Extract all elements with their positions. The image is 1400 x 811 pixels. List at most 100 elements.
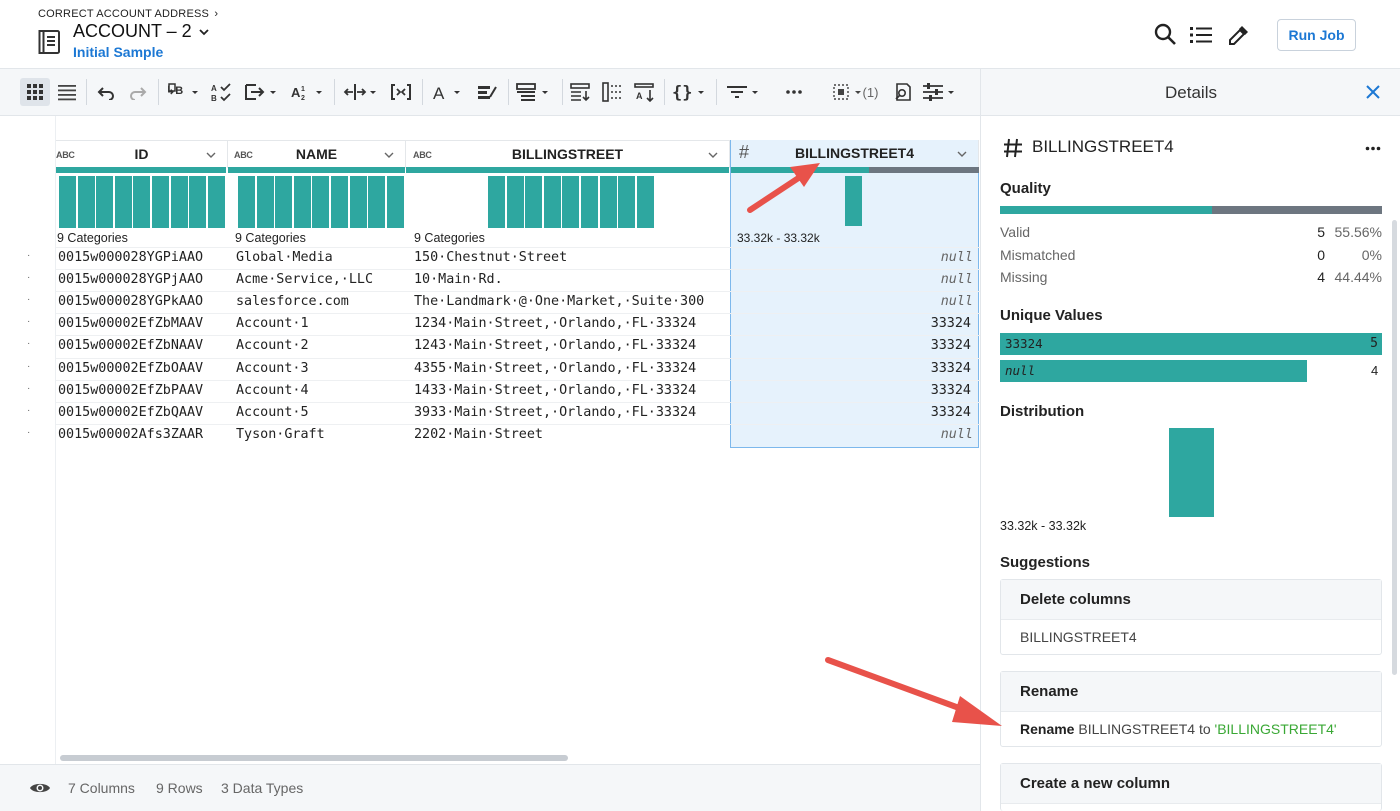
column-header-id[interactable]: ABC ID [56,140,228,168]
suggestion-rename[interactable]: Rename Rename BILLINGSTREET4 to 'BILLING… [1000,671,1382,747]
search-icon[interactable] [1153,22,1179,48]
table-cell[interactable]: 1433·Main·Street,·Orlando,·FL·33324 [414,383,696,398]
column-name[interactable]: BILLINGSTREET [406,146,729,162]
table-cell[interactable]: salesforce.com [236,294,349,309]
table-cell[interactable]: 2202·Main·Street [414,427,543,442]
quality-valid-row[interactable]: Valid 5 55.56% [1000,224,1382,240]
table-cell[interactable]: Tyson·Graft [236,427,325,442]
table-cell[interactable]: 0015w000028YGPiAAO [58,250,203,265]
table-cell[interactable]: 0015w00002EfZbOAAV [58,361,203,376]
unique-value-bar[interactable]: null [1000,360,1307,382]
column-selection-button[interactable]: (1) [826,78,884,106]
table-cell[interactable]: 0015w00002EfZbPAAV [58,383,203,398]
sort-button[interactable]: A 1 2 [288,78,324,106]
quality-bar-billingstreet4[interactable] [731,167,979,173]
column-header-name[interactable]: ABC NAME [228,140,406,168]
histogram-billingstreet4[interactable] [845,176,864,228]
change-type-button[interactable]: ↳B [164,78,200,106]
run-job-button[interactable]: Run Job [1277,19,1356,51]
table-cell[interactable]: Acme·Service,·LLC [236,272,373,287]
list-icon[interactable] [1188,22,1214,48]
column-header-billingstreet4[interactable]: # BILLINGSTREET4 [731,140,979,168]
histogram-billingstreet[interactable] [488,176,655,228]
rows-count[interactable]: 9 Rows [156,780,203,796]
filter-rows-button[interactable] [568,78,594,106]
restructure-button[interactable] [514,78,552,106]
undo-button[interactable] [94,78,118,106]
eyedropper-icon[interactable] [1226,22,1252,48]
quality-mismatched-row[interactable]: Mismatched 0 0% [1000,247,1382,263]
suggestion-delete-columns[interactable]: Delete columns BILLINGSTREET4 [1000,579,1382,655]
search-transform-button[interactable] [890,78,916,106]
sample-link[interactable]: Initial Sample [73,44,163,60]
table-cell[interactable]: 0015w00002EfZbQAAV [58,405,203,420]
settings-button[interactable] [920,78,956,106]
pivot-button[interactable] [600,78,626,106]
table-cell[interactable]: 4355·Main·Street,·Orlando,·FL·33324 [414,361,696,376]
column-name[interactable]: ID [56,146,227,162]
page-title[interactable]: ACCOUNT – 2 [73,21,210,42]
table-cell[interactable]: Account·2 [236,338,309,353]
columns-count[interactable]: 7 Columns [68,780,135,796]
quality-bar-id[interactable] [56,167,226,173]
column-name[interactable]: BILLINGSTREET4 [731,145,978,161]
chevron-down-icon[interactable] [383,149,395,161]
filter-button[interactable] [724,78,762,106]
histogram-id[interactable] [59,176,226,228]
eye-icon[interactable] [29,780,51,796]
table-cell[interactable]: 0015w000028YGPjAAO [58,272,203,287]
vertical-scrollbar[interactable] [1392,220,1397,675]
chevron-down-icon[interactable] [205,149,217,161]
quality-bar-name[interactable] [228,167,405,173]
nest-button[interactable]: {} [670,78,708,106]
table-cell[interactable]: 0015w00002Afs3ZAAR [58,427,203,442]
data-types-count[interactable]: 3 Data Types [221,780,303,796]
unique-value-bar[interactable]: 33324 5 [1000,333,1382,355]
table-cell[interactable]: 150·Chestnut·Street [414,250,567,265]
table-cell[interactable]: Account·5 [236,405,309,420]
format-text-button[interactable]: A [430,78,466,106]
more-button[interactable] [780,78,808,106]
table-cell[interactable]: 1243·Main·Street,·Orlando,·FL·33324 [414,338,696,353]
suggestion-create-column[interactable]: Create a new column [1000,763,1382,811]
table-cell[interactable]: The·Landmark·@·One·Market,·Suite·300 [414,294,704,309]
table-cell[interactable]: 0015w000028YGPkAAO [58,294,203,309]
table-cell[interactable]: 0015w00002EfZbNAAV [58,338,203,353]
chevron-down-icon[interactable] [956,148,968,160]
suggestion-rename-body[interactable]: Rename BILLINGSTREET4 to 'BILLINGSTREET4… [1001,712,1381,746]
table-cell[interactable]: 33324 [735,383,971,398]
sort-rows-button[interactable]: A [632,78,658,106]
column-header-billingstreet[interactable]: ABC BILLINGSTREET [406,140,730,168]
quality-missing-row[interactable]: Missing 4 44.44% [1000,269,1382,285]
table-cell[interactable]: 33324 [735,405,971,420]
table-cell[interactable]: null [735,294,973,309]
horizontal-scrollbar[interactable] [60,755,568,761]
table-cell[interactable]: 1234·Main·Street,·Orlando,·FL·33324 [414,316,696,331]
table-cell[interactable]: 33324 [735,316,971,331]
chevron-down-icon[interactable] [707,149,719,161]
column-resize-button[interactable] [342,78,378,106]
breadcrumb[interactable]: CORRECT ACCOUNT ADDRESS › [38,8,218,20]
table-cell[interactable]: null [735,427,973,442]
table-cell[interactable]: 0015w00002EfZbMAAV [58,316,203,331]
redo-button[interactable] [126,78,150,106]
distribution-bar[interactable] [1169,428,1214,517]
table-cell[interactable]: 33324 [735,361,971,376]
more-horizontal-icon[interactable] [1365,146,1381,151]
table-cell[interactable]: Account·3 [236,361,309,376]
replace-button[interactable] [474,78,500,106]
merge-button[interactable] [242,78,278,106]
table-cell[interactable]: null [735,272,973,287]
table-cell[interactable]: 33324 [735,338,971,353]
quality-bar-billingstreet[interactable] [406,167,729,173]
grid-view-button[interactable] [20,78,50,106]
column-name[interactable]: NAME [228,146,405,162]
table-cell[interactable]: 3933·Main·Street,·Orlando,·FL·33324 [414,405,696,420]
table-cell[interactable]: Global·Media [236,250,333,265]
quality-bar[interactable] [1000,206,1382,214]
histogram-name[interactable] [238,176,405,228]
table-cell[interactable]: Account·4 [236,383,309,398]
table-cell[interactable]: Account·1 [236,316,309,331]
close-icon[interactable] [1365,84,1381,100]
list-view-button[interactable] [54,78,80,106]
